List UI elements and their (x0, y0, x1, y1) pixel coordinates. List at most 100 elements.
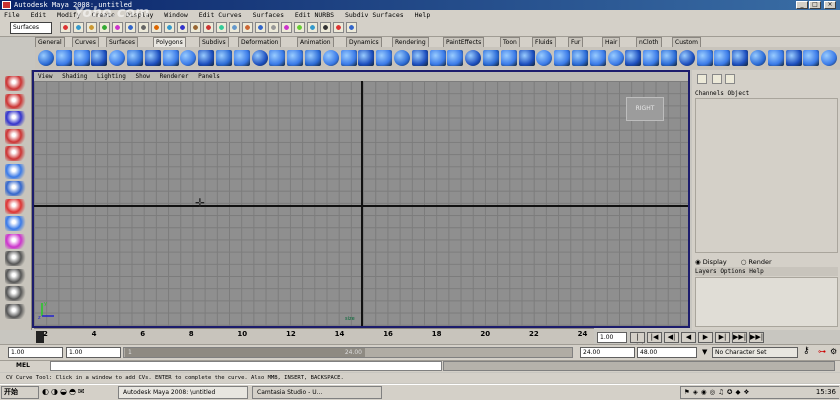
polygon-tool-icon[interactable] (322, 50, 339, 66)
polygon-tool-icon[interactable] (216, 50, 232, 66)
character-set-arrow-icon[interactable]: ▼ (702, 348, 707, 356)
status-line-tool-icon[interactable] (333, 22, 344, 33)
shelf-tab-dynamics[interactable]: Dynamics (346, 37, 382, 47)
polygon-tool-icon[interactable] (767, 50, 784, 66)
task-camtasia[interactable]: Camtasia Studio - U... (252, 386, 382, 399)
polygon-tool-icon[interactable] (678, 50, 695, 66)
playback-button[interactable]: ▶ (698, 332, 713, 343)
polygon-tool-icon[interactable] (625, 50, 642, 66)
quick-launch-icons[interactable]: ◐◑◒◓✉ (42, 387, 114, 398)
polygon-tool-icon[interactable] (127, 50, 143, 66)
polygon-tool-icon[interactable] (55, 50, 72, 66)
menu-subdiv-surfaces[interactable]: Subdiv Surfaces (345, 11, 404, 19)
status-line-tool-icon[interactable] (151, 22, 162, 33)
panel-menu-show[interactable]: Show (136, 73, 150, 80)
tool-box-icon[interactable] (5, 268, 27, 284)
polygon-tool-icon[interactable] (233, 50, 250, 66)
status-line-tool-icon[interactable] (268, 22, 279, 33)
status-line-tool-icon[interactable] (86, 22, 97, 33)
menu-window[interactable]: Window (164, 11, 187, 19)
tool-box-icon[interactable] (5, 76, 27, 91)
menu-help[interactable]: Help (415, 11, 431, 19)
shelf-tab-painteffects[interactable]: PaintEffects (443, 37, 485, 47)
tool-box-icon[interactable] (5, 286, 27, 301)
task-maya[interactable]: Autodesk Maya 2008: \untitled (118, 386, 248, 399)
view-cube-label[interactable]: RIGHT (626, 97, 664, 121)
animation-preferences-icon[interactable]: ⚙ (830, 347, 837, 356)
range-slider-handle[interactable]: 1 24.00 (125, 348, 365, 357)
polygon-tool-icon[interactable] (661, 50, 677, 66)
polygon-tool-icon[interactable] (518, 50, 535, 66)
menu-set-select[interactable]: Surfaces (10, 22, 52, 34)
polygon-tool-icon[interactable] (144, 50, 161, 66)
polygon-tool-icon[interactable] (607, 50, 624, 66)
tool-box-icon[interactable] (5, 146, 27, 161)
tool-box-icon[interactable] (5, 93, 27, 109)
shelf-tab-animation[interactable]: Animation (297, 37, 334, 47)
polygon-tool-icon[interactable] (269, 50, 286, 66)
status-line-tool-icon[interactable] (177, 22, 188, 33)
polygon-tool-icon[interactable] (785, 50, 802, 66)
shelf-tab-toon[interactable]: Toon (500, 37, 520, 47)
status-line-tool-icon[interactable] (307, 22, 318, 33)
polygon-tool-icon[interactable] (589, 50, 606, 66)
polygon-tool-icon[interactable] (554, 50, 571, 66)
status-line-tool-icon[interactable] (125, 22, 136, 33)
start-time-field[interactable]: 1.00 (8, 347, 63, 358)
tool-settings-toggle-icon[interactable] (725, 74, 735, 84)
playback-button[interactable]: ▶| (715, 332, 730, 343)
tool-box-icon[interactable] (5, 128, 27, 144)
polygon-tool-icon[interactable] (251, 50, 268, 66)
polygon-tool-icon[interactable] (714, 50, 731, 66)
channels-menu[interactable]: Channels (695, 90, 724, 97)
polygon-tool-icon[interactable] (696, 50, 713, 66)
status-line-tool-icon[interactable] (99, 22, 110, 33)
menu-file[interactable]: File (4, 11, 20, 19)
shelf-tab-polygons[interactable]: Polygons (153, 37, 186, 47)
polygon-tool-icon[interactable] (411, 50, 428, 66)
start-button[interactable]: 开始 (1, 386, 39, 399)
shelf-tab-rendering[interactable]: Rendering (392, 37, 429, 47)
status-line-tool-icon[interactable] (216, 22, 227, 33)
playback-button[interactable]: ▶▶| (732, 332, 747, 343)
minimize-button[interactable]: _ (796, 1, 808, 9)
polygon-tool-icon[interactable] (572, 50, 588, 66)
polygon-tool-icon[interactable] (750, 50, 766, 66)
polygon-tool-icon[interactable] (305, 50, 321, 66)
menu-edit-curves[interactable]: Edit Curves (199, 11, 242, 19)
auto-key-icon[interactable]: ⊶ (818, 347, 826, 356)
status-line-tool-icon[interactable] (73, 22, 84, 33)
polygon-tool-icon[interactable] (394, 50, 410, 66)
polygon-tool-icon[interactable] (38, 50, 54, 66)
status-line-tool-icon[interactable] (229, 22, 240, 33)
polygon-tool-icon[interactable] (483, 50, 499, 66)
status-line-tool-icon[interactable] (281, 22, 292, 33)
tool-box-icon[interactable] (5, 251, 27, 266)
shelf-tab-fur[interactable]: Fur (568, 37, 584, 47)
status-line-tool-icon[interactable] (255, 22, 266, 33)
help-menu[interactable]: Help (749, 268, 763, 275)
playback-button[interactable]: ◀| (664, 332, 679, 343)
shelf-tab-hair[interactable]: Hair (602, 37, 621, 47)
status-line-tool-icon[interactable] (164, 22, 175, 33)
display-radio[interactable]: ◉ Display (695, 258, 727, 266)
shelf-tab-custom[interactable]: Custom (672, 37, 701, 47)
tool-box-icon[interactable] (5, 233, 27, 249)
shelf-tab-general[interactable]: General (35, 37, 65, 47)
menu-edit-nurbs[interactable]: Edit NURBS (295, 11, 334, 19)
panel-menu-panels[interactable]: Panels (198, 73, 220, 80)
polygon-tool-icon[interactable] (500, 50, 517, 66)
tool-box-icon[interactable] (5, 198, 27, 214)
status-line-tool-icon[interactable] (294, 22, 305, 33)
panel-menu-view[interactable]: View (38, 73, 52, 80)
polygon-tool-icon[interactable] (358, 50, 375, 66)
object-menu[interactable]: Object (728, 90, 750, 97)
status-line-tool-icon[interactable] (138, 22, 149, 33)
tool-box-icon[interactable] (5, 303, 27, 319)
polygon-tool-icon[interactable] (429, 50, 446, 66)
shelf-tab-fluids[interactable]: Fluids (532, 37, 556, 47)
polygon-tool-icon[interactable] (376, 50, 393, 66)
playback-button[interactable]: |◀◀ (630, 332, 645, 350)
tool-box-icon[interactable] (5, 216, 27, 231)
attribute-editor-toggle-icon[interactable] (712, 74, 722, 84)
